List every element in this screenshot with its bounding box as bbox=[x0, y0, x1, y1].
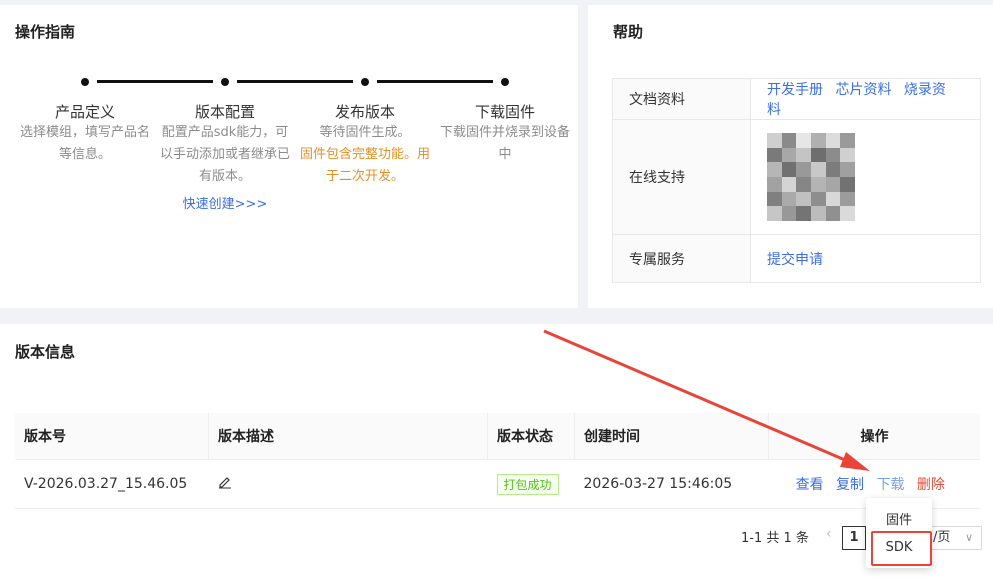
annotation-arrow-icon bbox=[543, 329, 870, 471]
